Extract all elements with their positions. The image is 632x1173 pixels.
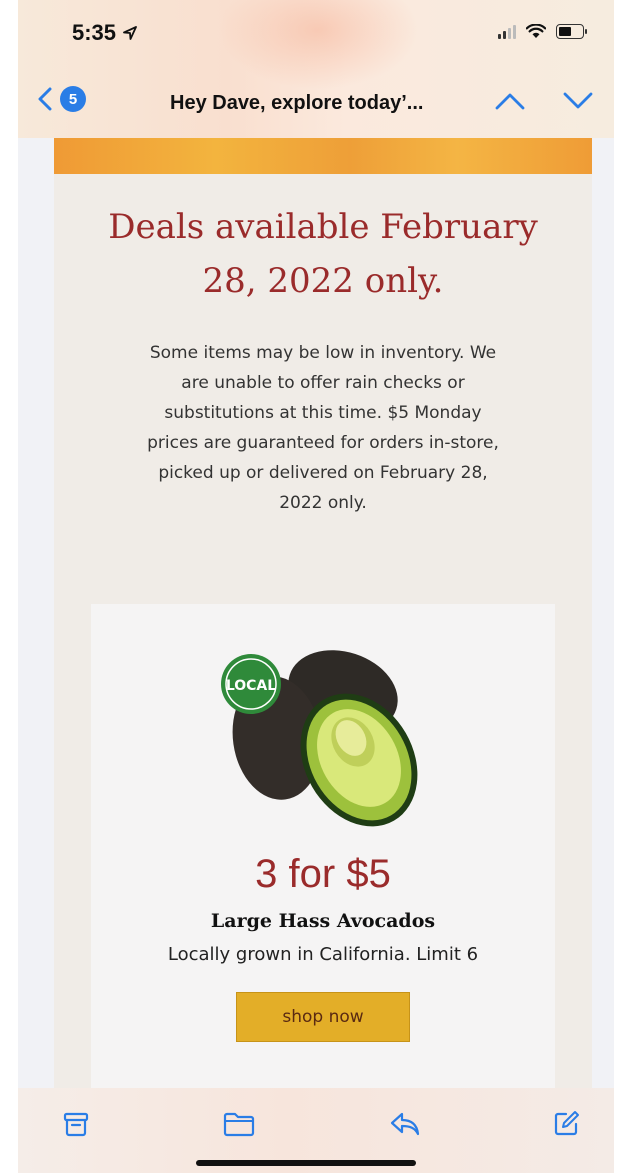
previous-message-button[interactable] xyxy=(494,90,526,117)
product-description: Locally grown in California. Limit 6 xyxy=(167,944,479,965)
disclaimer-line: substitutions at this time. $5 Monday xyxy=(164,403,482,423)
archive-button[interactable] xyxy=(62,1110,90,1143)
cellular-signal-icon xyxy=(498,24,516,39)
disclaimer-line: prices are guaranteed for orders in-stor… xyxy=(147,433,499,453)
email-body: Deals available February 28, 2022 only. … xyxy=(54,138,592,1088)
reply-icon xyxy=(390,1112,420,1136)
mail-nav-bar: 5 Hey Dave, explore today’... xyxy=(18,80,614,126)
unread-count-badge: 5 xyxy=(60,86,86,112)
folder-icon xyxy=(223,1112,255,1137)
wifi-icon xyxy=(526,24,546,38)
disclaimer-line: picked up or delivered on February 28, xyxy=(158,463,488,483)
product-name: Large Hass Avocados xyxy=(210,910,436,932)
email-subject: Hey Dave, explore today’... xyxy=(170,92,424,114)
battery-icon xyxy=(556,24,587,39)
compose-icon xyxy=(554,1111,579,1136)
disclaimer-line: 2022 only. xyxy=(279,493,367,513)
chevron-down-icon xyxy=(563,92,593,109)
compose-button[interactable] xyxy=(552,1110,580,1143)
mail-app-screen: 5:35 5 Hey Dave, explore today’... Deals… xyxy=(18,0,614,1173)
chevron-left-icon xyxy=(38,87,52,111)
move-to-folder-button[interactable] xyxy=(222,1110,256,1143)
disclaimer-line: are unable to offer rain checks or xyxy=(181,373,465,393)
hero-banner-strip xyxy=(54,138,592,174)
next-message-button[interactable] xyxy=(562,90,594,117)
status-time: 5:35 xyxy=(72,20,138,46)
deals-headline: Deals available February 28, 2022 only. xyxy=(54,200,592,308)
product-price: 3 for $5 xyxy=(255,852,391,896)
local-badge-text: LOCAL xyxy=(226,678,276,694)
shop-now-button[interactable]: shop now xyxy=(236,992,410,1042)
inventory-disclaimer: Some items may be low in inventory. We a… xyxy=(94,338,552,518)
home-indicator[interactable] xyxy=(196,1160,416,1166)
chevron-up-icon xyxy=(495,93,525,110)
avocado-image[interactable]: LOCAL xyxy=(211,630,435,830)
status-indicators xyxy=(498,24,587,39)
product-card: LOCAL 3 for $5 Large Hass Avocados Local… xyxy=(91,604,555,1088)
reply-button[interactable] xyxy=(388,1110,422,1143)
headline-line: 28, 2022 only. xyxy=(202,261,444,301)
location-arrow-icon xyxy=(123,26,137,40)
headline-line: Deals available February xyxy=(108,207,538,247)
status-time-text: 5:35 xyxy=(72,20,117,45)
back-button[interactable]: 5 xyxy=(38,86,86,112)
disclaimer-line: Some items may be low in inventory. We xyxy=(149,343,497,363)
archive-icon xyxy=(63,1112,89,1137)
